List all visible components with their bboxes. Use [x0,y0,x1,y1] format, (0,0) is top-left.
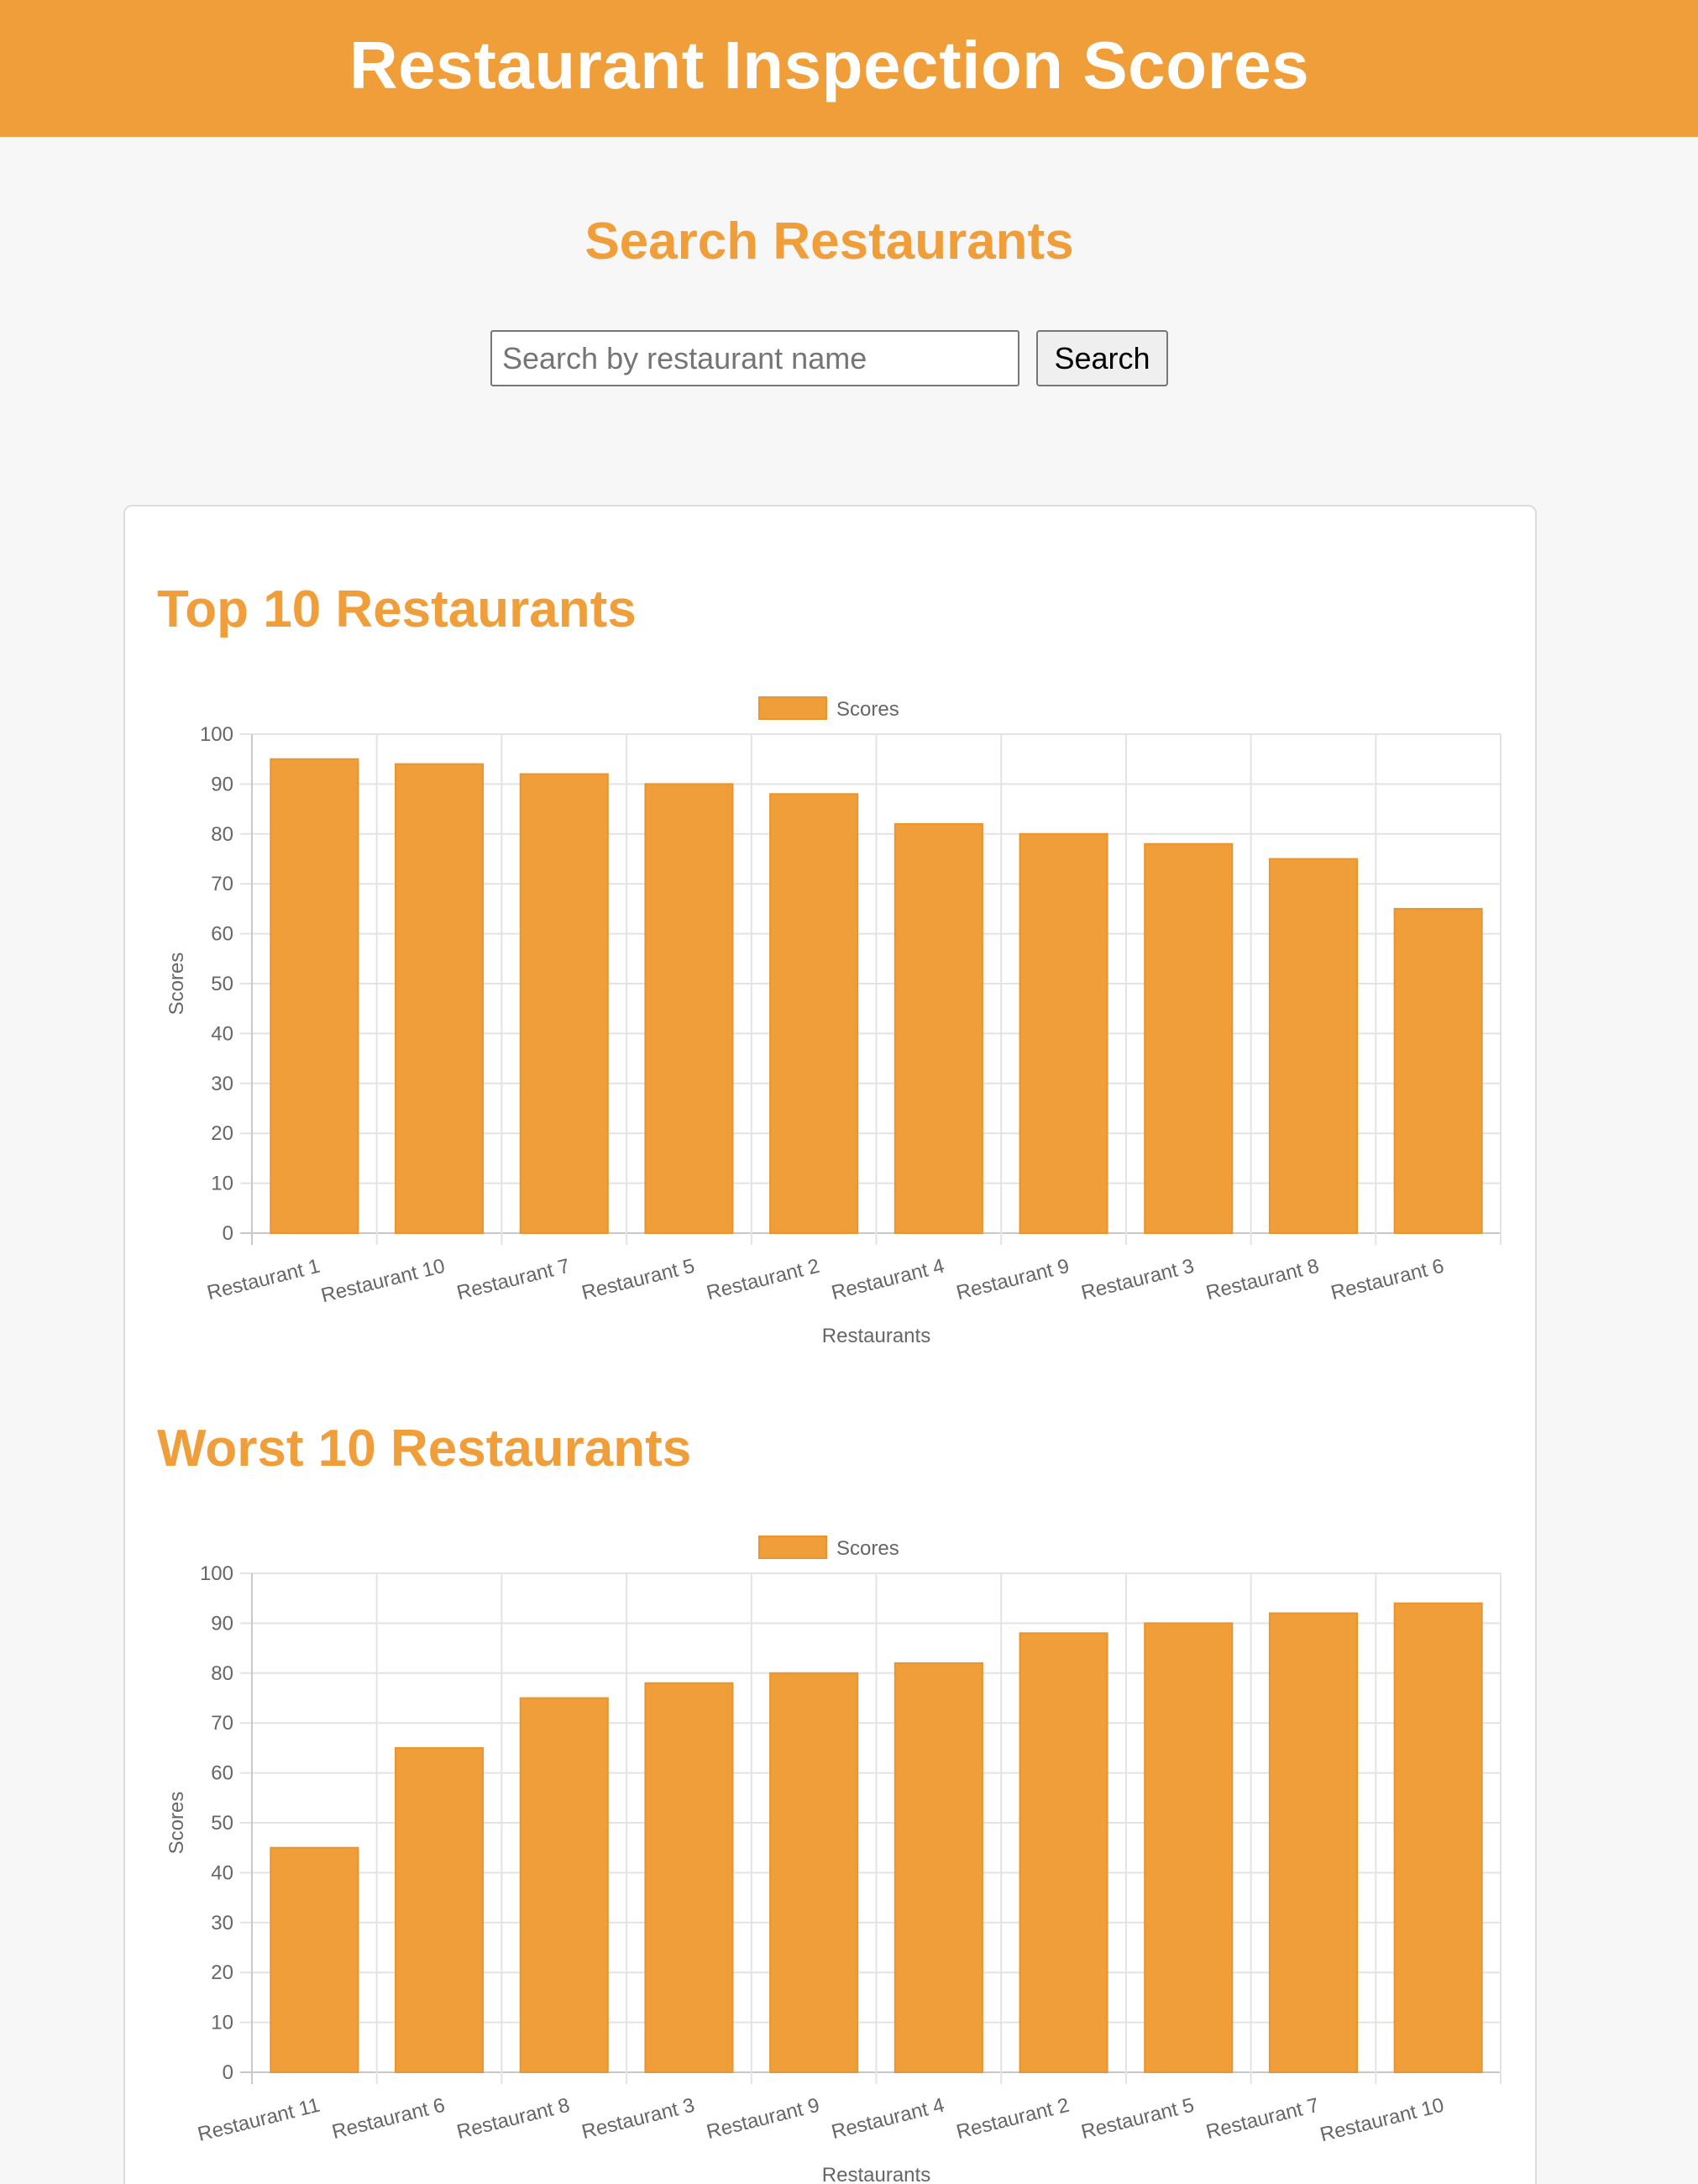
bar[interactable] [644,783,734,1234]
y-tick-label: 20 [211,1961,233,1984]
y-tick-label: 60 [211,923,233,946]
legend-label[interactable]: Scores [836,1537,899,1560]
bar[interactable] [1268,858,1358,1234]
bar[interactable] [644,1682,734,2073]
y-tick-label: 100 [200,723,233,746]
x-tick-label: Restaurant 2 [954,2094,1072,2144]
x-tick-label: Restaurant 3 [1079,1255,1197,1305]
x-tick-label: Restaurant 2 [705,1255,822,1305]
y-tick-label: 20 [211,1122,233,1145]
y-tick-label: 30 [211,1073,233,1095]
x-tick-label: Restaurant 7 [1204,2094,1322,2144]
bar[interactable] [894,1662,983,2073]
x-tick-label: Restaurant 8 [1204,1255,1322,1305]
y-tick-label: 90 [211,773,233,795]
bar[interactable] [894,822,983,1234]
worst-restaurants-chart: 0102030405060708090100Restaurant 11 Resta… [165,1536,1501,2184]
y-tick-label: 30 [211,1912,233,1935]
bar[interactable] [1144,1622,1234,2073]
y-tick-label: 90 [211,1612,233,1635]
x-tick-label: Restaurant 5 [579,1255,697,1305]
bar[interactable] [395,763,485,1234]
bar[interactable] [769,793,859,1234]
top-restaurants-title: Top 10 Restaurants [157,580,637,638]
y-tick-label: 70 [211,1712,233,1735]
bar[interactable] [395,1746,485,2073]
worst-restaurants-title: Worst 10 Restaurants [157,1420,692,1478]
bar[interactable] [270,758,359,1234]
y-tick-label: 60 [211,1762,233,1785]
y-axis-title: Scores [165,1792,188,1855]
legend-swatch[interactable] [758,1536,827,1559]
x-tick-label: Restaurant 10 [1318,2094,1446,2147]
x-axis-title: Restaurants [822,2164,930,2184]
y-tick-label: 50 [211,1812,233,1835]
bar[interactable] [1019,832,1108,1235]
x-tick-label: Restaurant 8 [454,2094,572,2144]
x-tick-label: Restaurant 10 [319,1255,448,1308]
x-tick-label: Restaurant 4 [829,1255,946,1305]
y-tick-label: 100 [200,1562,233,1585]
x-tick-label: Restaurant 5 [1079,2094,1197,2144]
x-tick-label: Restaurant 4 [829,2094,946,2144]
x-tick-label: Restaurant 7 [454,1255,572,1305]
x-axis-title: Restaurants [822,1325,930,1347]
search-heading: Search Restaurants [584,213,1074,270]
bar[interactable] [1393,907,1483,1234]
y-tick-label: 80 [211,823,233,846]
bar[interactable] [1019,1632,1108,2073]
x-tick-label: Restaurant 3 [579,2094,697,2144]
x-tick-label: Restaurant 1 [205,1255,322,1305]
bar[interactable] [519,773,609,1234]
x-tick-label: Restaurant 6 [1329,1255,1446,1305]
page-title: Restaurant Inspection Scores [349,28,1310,102]
bar[interactable] [769,1672,859,2074]
y-tick-label: 0 [223,2061,233,2084]
search-input[interactable] [490,330,1019,386]
y-tick-label: 10 [211,2012,233,2034]
x-tick-label: Restaurant 9 [954,1255,1072,1305]
y-tick-label: 80 [211,1662,233,1685]
x-tick-label: Restaurant 11 [196,2094,322,2146]
legend-swatch[interactable] [758,696,827,720]
x-tick-label: Restaurant 6 [330,2094,448,2144]
y-tick-label: 40 [211,1022,233,1045]
y-axis-title: Scores [165,953,188,1016]
top-restaurants-chart: 0102030405060708090100Restaurant 1Restau… [165,696,1501,1347]
legend-label[interactable]: Scores [836,698,899,721]
page-header: Restaurant Inspection Scores [0,0,1698,137]
y-tick-label: 10 [211,1173,233,1195]
search-button[interactable]: Search [1036,330,1168,386]
y-tick-label: 40 [211,1861,233,1884]
bar[interactable] [1268,1612,1358,2073]
bar[interactable] [519,1697,609,2073]
bar[interactable] [270,1846,359,2073]
x-tick-label: Restaurant 9 [705,2094,822,2144]
y-tick-label: 0 [223,1222,233,1245]
y-tick-label: 70 [211,873,233,895]
y-tick-label: 50 [211,973,233,995]
bar[interactable] [1144,843,1234,1234]
bar[interactable] [1393,1602,1483,2073]
